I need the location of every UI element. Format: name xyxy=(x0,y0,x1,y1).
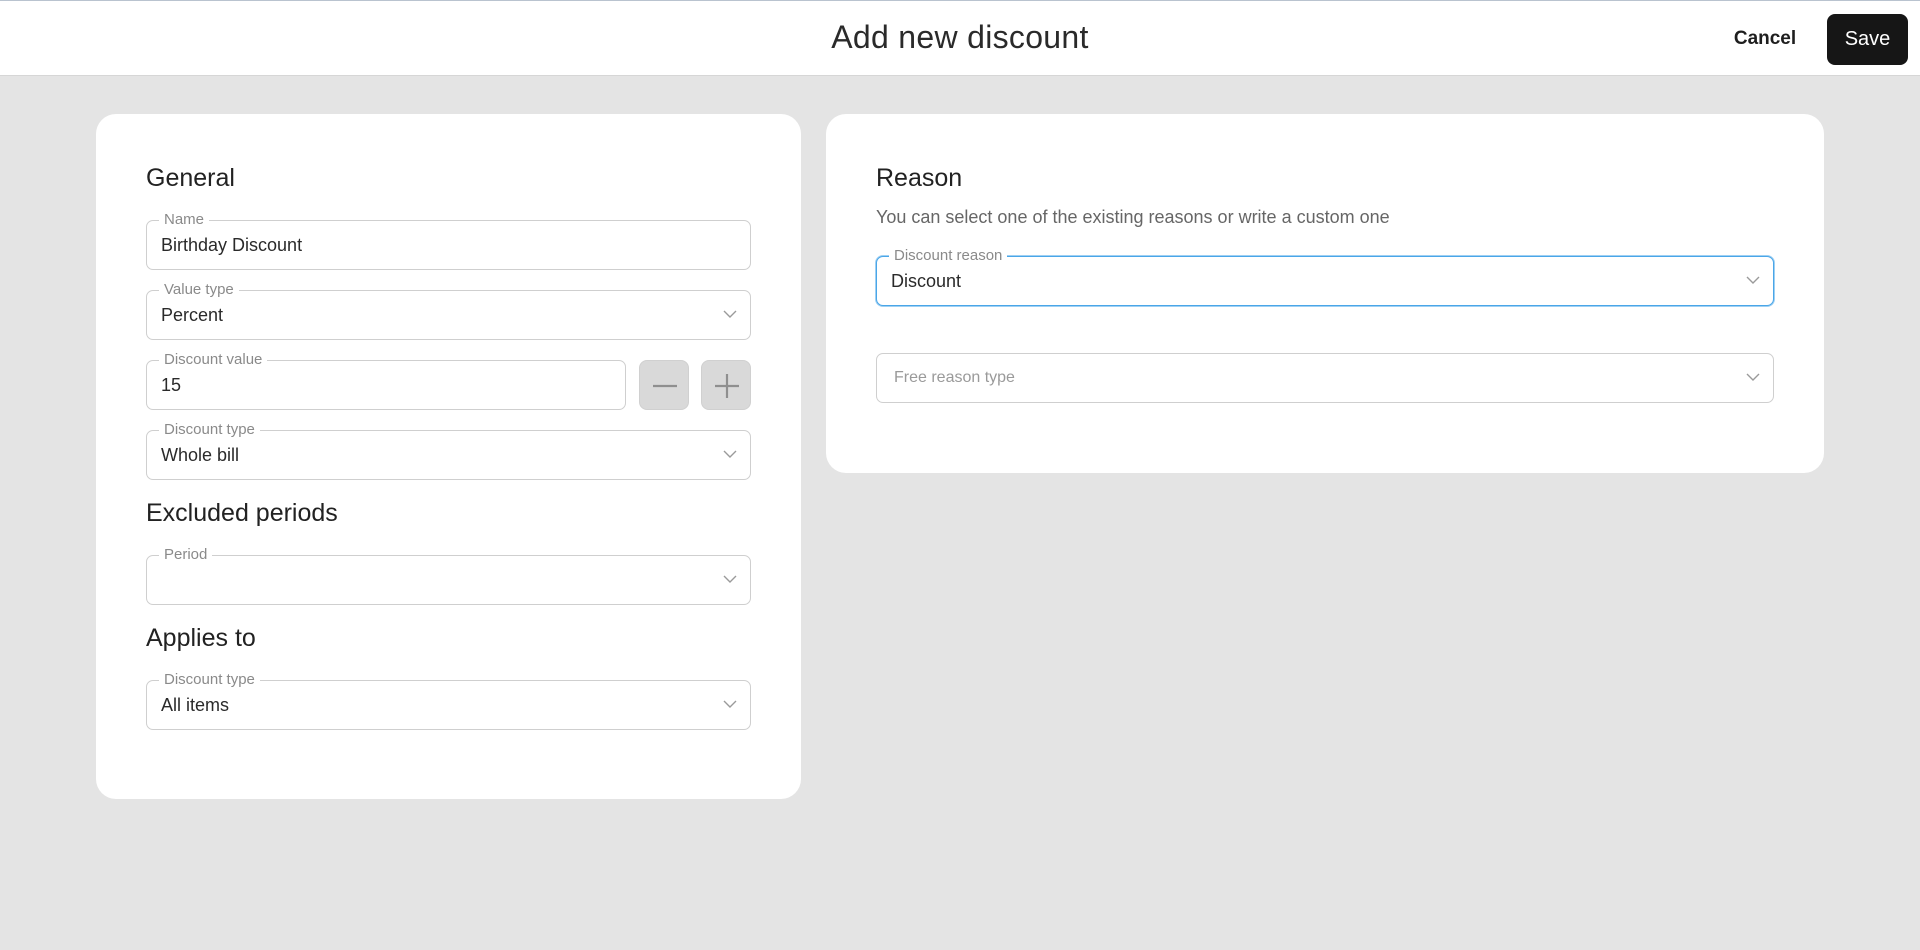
general-section-title: General xyxy=(146,164,235,192)
discount-type-select[interactable]: Discount type Whole bill xyxy=(146,421,751,480)
free-reason-type-select[interactable]: Free reason type xyxy=(876,353,1774,403)
page-title: Add new discount xyxy=(831,19,1089,55)
discount-type-value: Whole bill xyxy=(161,445,240,465)
name-field-value: Birthday Discount xyxy=(161,235,303,255)
top-bar: Add new discount Cancel Save xyxy=(0,0,1920,76)
decrement-button[interactable] xyxy=(639,360,689,410)
discount-value-value: 15 xyxy=(161,375,182,395)
general-card: General Name Birthday Discount Value typ… xyxy=(96,114,801,799)
save-button[interactable]: Save xyxy=(1827,14,1908,65)
applies-to-title: Applies to xyxy=(146,624,256,652)
value-type-select[interactable]: Value type Percent xyxy=(146,281,751,340)
discount-reason-select[interactable]: Discount reason Discount xyxy=(876,247,1774,306)
chevron-down-icon xyxy=(723,700,737,708)
minus-icon xyxy=(653,384,677,388)
name-field[interactable]: Name Birthday Discount xyxy=(146,211,751,270)
value-type-value: Percent xyxy=(161,305,224,325)
chevron-down-icon xyxy=(723,450,737,458)
reason-section-title: Reason xyxy=(876,164,963,192)
discount-reason-value: Discount xyxy=(891,271,962,291)
period-select[interactable]: Period xyxy=(146,546,751,605)
free-reason-type-placeholder: Free reason type xyxy=(894,369,1015,386)
reason-subtitle: You can select one of the existing reaso… xyxy=(876,207,1390,227)
period-label: Period xyxy=(159,546,213,564)
plus-icon xyxy=(715,374,739,398)
cancel-button[interactable]: Cancel xyxy=(1722,23,1808,55)
excluded-periods-title: Excluded periods xyxy=(146,499,338,527)
applies-to-discount-type-select[interactable]: Discount type All items xyxy=(146,671,751,730)
increment-button[interactable] xyxy=(701,360,751,410)
applies-to-discount-type-value: All items xyxy=(161,695,230,715)
chevron-down-icon xyxy=(1746,276,1760,284)
chevron-down-icon xyxy=(1746,373,1760,381)
chevron-down-icon xyxy=(723,575,737,583)
chevron-down-icon xyxy=(723,310,737,318)
reason-card: Reason You can select one of the existin… xyxy=(826,114,1824,473)
discount-value-field[interactable]: Discount value 15 xyxy=(146,351,626,410)
